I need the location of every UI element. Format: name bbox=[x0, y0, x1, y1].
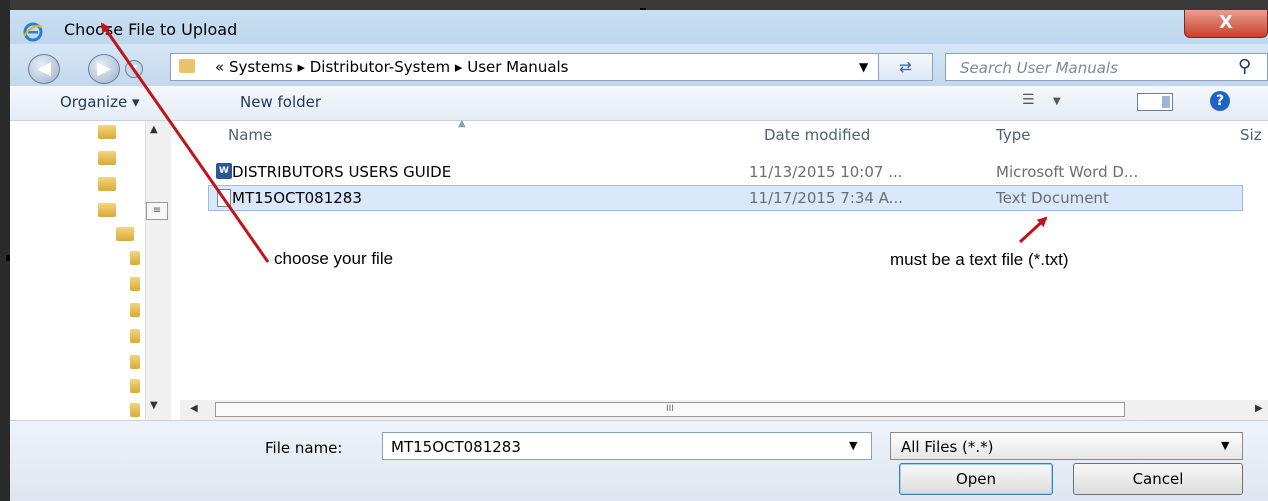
breadcrumb[interactable]: « Systems ▸ Distributor-System ▸ User Ma… bbox=[215, 58, 569, 76]
folder-icon[interactable] bbox=[98, 125, 116, 139]
folder-icon[interactable] bbox=[130, 379, 140, 393]
chevron-down-icon[interactable]: ▼ bbox=[849, 439, 857, 452]
top-border bbox=[0, 0, 1268, 10]
chevron-down-icon: ▼ bbox=[130, 64, 138, 74]
file-name-field[interactable]: MT15OCT081283 ▼ bbox=[382, 432, 872, 460]
scroll-down-icon[interactable]: ▼ bbox=[150, 400, 158, 411]
refresh-icon: ⇄ bbox=[899, 58, 912, 76]
address-bar[interactable]: « Systems ▸ Distributor-System ▸ User Ma… bbox=[170, 53, 905, 81]
folder-icon[interactable] bbox=[130, 403, 140, 417]
file-name-value[interactable]: MT15OCT081283 bbox=[391, 438, 521, 456]
window-title: Choose File to Upload bbox=[64, 20, 238, 39]
new-folder-button[interactable]: New folder bbox=[240, 93, 321, 111]
scroll-thumb[interactable]: III bbox=[215, 402, 1125, 417]
annotation-choose-file: choose your file bbox=[274, 249, 394, 268]
organize-menu[interactable]: Organize ▾ bbox=[60, 93, 140, 111]
folder-icon[interactable] bbox=[130, 277, 140, 291]
sort-ascending-icon: ▲ bbox=[458, 118, 466, 129]
scroll-thumb[interactable]: ≡ bbox=[146, 202, 168, 220]
file-date: 11/17/2015 7:34 A... bbox=[749, 189, 903, 207]
chevron-down-icon[interactable]: ▼ bbox=[859, 60, 868, 74]
file-type-filter-value: All Files (*.*) bbox=[901, 438, 994, 456]
file-name: DISTRIBUTORS USERS GUIDE bbox=[232, 163, 452, 181]
column-header-type[interactable]: Type bbox=[996, 126, 1030, 144]
command-toolbar bbox=[10, 86, 1268, 121]
file-row[interactable]: W DISTRIBUTORS USERS GUIDE 11/13/2015 10… bbox=[208, 159, 1243, 185]
column-header-size[interactable]: Siz bbox=[1240, 126, 1262, 144]
file-date: 11/13/2015 10:07 ... bbox=[749, 163, 903, 181]
file-type-filter[interactable]: All Files (*.*) ▼ bbox=[890, 432, 1243, 460]
chevron-down-icon[interactable]: ▼ bbox=[1221, 439, 1229, 452]
preview-pane-button[interactable] bbox=[1137, 93, 1173, 111]
back-button[interactable]: ◀ bbox=[28, 54, 60, 84]
annotation-text-file: must be a text file (*.txt) bbox=[890, 250, 1069, 269]
search-icon[interactable]: ⚲ bbox=[1238, 56, 1251, 77]
search-placeholder: Search User Manuals bbox=[960, 59, 1118, 77]
left-border bbox=[0, 0, 10, 501]
chevron-down-icon: ▼ bbox=[1053, 96, 1061, 107]
close-button[interactable]: X bbox=[1184, 10, 1268, 38]
arrow-to-text-doc bbox=[1018, 216, 1048, 244]
folder-icon[interactable] bbox=[130, 355, 140, 369]
column-header-name[interactable]: Name bbox=[228, 126, 272, 144]
forward-arrow-icon: ▶ bbox=[97, 58, 111, 79]
scroll-up-icon[interactable]: ▲ bbox=[150, 124, 158, 135]
refresh-button[interactable]: ⇄ bbox=[878, 53, 933, 81]
vertical-scrollbar[interactable] bbox=[145, 121, 171, 421]
scroll-right-icon[interactable]: ▶ bbox=[1255, 403, 1263, 414]
folder-icon bbox=[179, 59, 195, 73]
internet-explorer-icon bbox=[23, 22, 43, 42]
file-name: MT15OCT081283 bbox=[232, 189, 362, 207]
column-header-date[interactable]: Date modified bbox=[764, 126, 870, 144]
folder-icon[interactable] bbox=[98, 177, 116, 191]
file-name-label: File name: bbox=[265, 439, 343, 457]
folder-icon[interactable] bbox=[130, 303, 140, 317]
folder-icon[interactable] bbox=[130, 329, 140, 343]
open-button[interactable]: Open bbox=[899, 463, 1053, 495]
help-icon[interactable]: ? bbox=[1210, 91, 1230, 111]
views-icon: ☰ bbox=[1022, 92, 1035, 108]
file-type: Text Document bbox=[996, 189, 1109, 207]
text-file-icon bbox=[217, 189, 231, 207]
folder-icon[interactable] bbox=[98, 203, 116, 217]
word-doc-icon: W bbox=[216, 163, 232, 179]
recent-locations-button[interactable]: ▼ bbox=[125, 60, 143, 78]
file-row-selected[interactable]: MT15OCT081283 11/17/2015 7:34 A... Text … bbox=[208, 185, 1243, 211]
file-upload-dialog: Choose File to Upload X ◀ ▶ ▼ « Systems … bbox=[0, 0, 1268, 501]
file-type: Microsoft Word D... bbox=[996, 163, 1139, 181]
views-menu[interactable]: ☰ ▼ bbox=[1022, 92, 1061, 108]
folder-icon[interactable] bbox=[98, 151, 116, 165]
scroll-left-icon[interactable]: ◀ bbox=[190, 403, 198, 414]
back-arrow-icon: ◀ bbox=[37, 58, 51, 79]
forward-button[interactable]: ▶ bbox=[88, 54, 120, 84]
search-input[interactable]: Search User Manuals ⚲ bbox=[945, 53, 1268, 81]
folder-icon[interactable] bbox=[116, 227, 134, 241]
folder-icon[interactable] bbox=[130, 251, 140, 265]
cancel-button[interactable]: Cancel bbox=[1073, 463, 1243, 495]
